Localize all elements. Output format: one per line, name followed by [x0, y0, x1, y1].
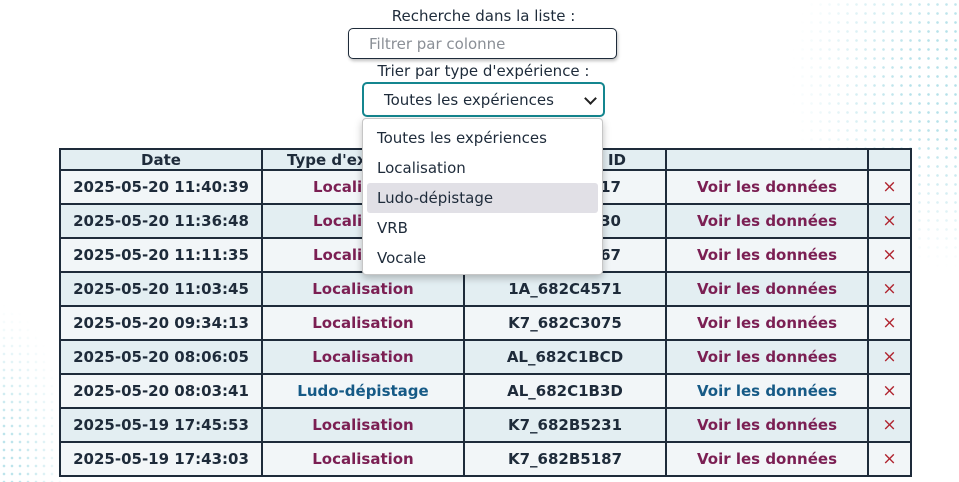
cell-id: AL_682C1BCD: [463, 339, 667, 375]
delete-icon[interactable]: ×: [867, 407, 912, 443]
delete-icon[interactable]: ×: [867, 271, 912, 307]
column-header-action: [665, 148, 869, 171]
sort-label: Trier par type d'expérience :: [377, 62, 590, 80]
cell-date: 2025-05-20 08:03:41: [59, 373, 263, 409]
chevron-down-icon: [584, 92, 597, 105]
view-data-link[interactable]: Voir les données: [665, 203, 869, 239]
view-data-link[interactable]: Voir les données: [665, 373, 869, 409]
view-data-link[interactable]: Voir les données: [665, 339, 869, 375]
cell-type: Localisation: [261, 339, 465, 375]
cell-date: 2025-05-20 08:06:05: [59, 339, 263, 375]
table-row: 2025-05-20 11:03:45 Localisation 1A_682C…: [59, 271, 912, 307]
table-row: 2025-05-19 17:45:53 Localisation K7_682B…: [59, 407, 912, 443]
delete-icon[interactable]: ×: [867, 339, 912, 375]
view-data-link[interactable]: Voir les données: [665, 305, 869, 341]
cell-date: 2025-05-20 11:40:39: [59, 169, 263, 205]
delete-icon[interactable]: ×: [867, 237, 912, 273]
cell-id: K7_682C3075: [463, 305, 667, 341]
cell-id: K7_682B5187: [463, 441, 667, 477]
cell-type: Localisation: [261, 407, 465, 443]
table-row: 2025-05-20 08:03:41 Ludo-dépistage AL_68…: [59, 373, 912, 409]
search-input[interactable]: [348, 28, 617, 59]
cell-type: Localisation: [261, 305, 465, 341]
table-row: 2025-05-20 09:34:13 Localisation K7_682C…: [59, 305, 912, 341]
view-data-link[interactable]: Voir les données: [665, 271, 869, 307]
experience-type-dropdown: Toutes les expériences Localisation Ludo…: [362, 118, 603, 275]
view-data-link[interactable]: Voir les données: [665, 407, 869, 443]
column-header-date[interactable]: Date: [59, 148, 263, 171]
cell-date: 2025-05-19 17:43:03: [59, 441, 263, 477]
delete-icon[interactable]: ×: [867, 203, 912, 239]
cell-id: 1A_682C4571: [463, 271, 667, 307]
dropdown-option-all[interactable]: Toutes les expériences: [367, 123, 598, 153]
search-label: Recherche dans la liste :: [391, 7, 576, 25]
cell-date: 2025-05-19 17:45:53: [59, 407, 263, 443]
column-header-delete: [867, 148, 912, 171]
dropdown-option-localisation[interactable]: Localisation: [367, 153, 598, 183]
cell-date: 2025-05-20 11:11:35: [59, 237, 263, 273]
select-value: Toutes les expériences: [384, 90, 554, 109]
experience-type-select[interactable]: Toutes les expériences: [362, 82, 605, 117]
cell-id: AL_682C1B3D: [463, 373, 667, 409]
cell-type: Localisation: [261, 271, 465, 307]
view-data-link[interactable]: Voir les données: [665, 237, 869, 273]
view-data-link[interactable]: Voir les données: [665, 169, 869, 205]
cell-type: Localisation: [261, 441, 465, 477]
table-row: 2025-05-19 17:43:03 Localisation K7_682B…: [59, 441, 912, 477]
delete-icon[interactable]: ×: [867, 305, 912, 341]
table-row: 2025-05-20 08:06:05 Localisation AL_682C…: [59, 339, 912, 375]
delete-icon[interactable]: ×: [867, 373, 912, 409]
cell-type: Ludo-dépistage: [261, 373, 465, 409]
dropdown-option-ludo-depistage[interactable]: Ludo-dépistage: [367, 183, 598, 213]
view-data-link[interactable]: Voir les données: [665, 441, 869, 477]
cell-date: 2025-05-20 11:03:45: [59, 271, 263, 307]
delete-icon[interactable]: ×: [867, 169, 912, 205]
cell-id: K7_682B5231: [463, 407, 667, 443]
delete-icon[interactable]: ×: [867, 441, 912, 477]
dropdown-option-vocale[interactable]: Vocale: [367, 243, 598, 273]
dropdown-option-vrb[interactable]: VRB: [367, 213, 598, 243]
cell-date: 2025-05-20 11:36:48: [59, 203, 263, 239]
cell-date: 2025-05-20 09:34:13: [59, 305, 263, 341]
